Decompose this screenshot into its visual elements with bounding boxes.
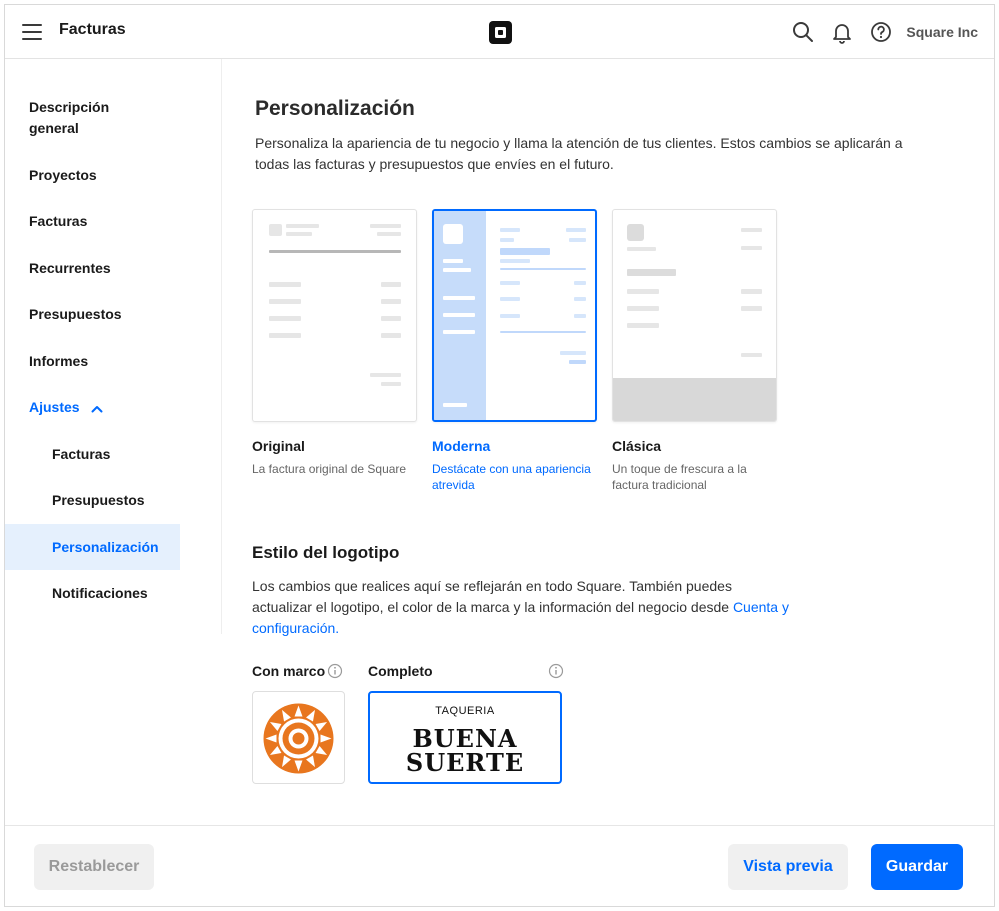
- sidebar-subitem-notifications[interactable]: Notificaciones: [5, 583, 180, 604]
- sidebar-item-estimates[interactable]: Presupuestos: [5, 304, 180, 325]
- sidebar-subitem-invoices[interactable]: Facturas: [5, 444, 180, 465]
- template-classic[interactable]: Clásica Un toque de frescura a la factur…: [612, 209, 777, 493]
- company-name[interactable]: Square Inc: [906, 24, 978, 40]
- info-icon[interactable]: [548, 663, 564, 679]
- sidebar-subitem-customization[interactable]: Personalización: [5, 524, 180, 570]
- logo-style-title: Estilo del logotipo: [252, 543, 400, 562]
- sidebar-item-recurring[interactable]: Recurrentes: [5, 258, 180, 279]
- template-modern-name: Moderna: [432, 438, 491, 454]
- logo-option-framed[interactable]: [252, 691, 345, 784]
- sidebar: Descripción general Proyectos Facturas R…: [5, 59, 222, 634]
- template-modern-thumbnail: [432, 209, 597, 422]
- page-title: Personalización: [255, 97, 415, 120]
- template-original-description: La factura original de Square: [252, 462, 407, 476]
- sun-logo-icon: [263, 703, 334, 774]
- preview-button[interactable]: Vista previa: [728, 844, 848, 890]
- sidebar-subitem-estimates[interactable]: Presupuestos: [5, 490, 180, 511]
- logo-option-full[interactable]: TAQUERIA BUENA SUERTE: [368, 691, 562, 784]
- bell-icon[interactable]: [830, 20, 854, 44]
- full-logo-text: BUENA SUERTE: [370, 727, 560, 775]
- top-bar: Facturas Square Inc: [5, 5, 994, 59]
- logo-style-description: Los cambios que realices aquí se refleja…: [252, 578, 733, 615]
- template-modern[interactable]: Moderna Destácate con una apariencia atr…: [432, 209, 597, 493]
- footer-bar: Restablecer Vista previa Guardar: [5, 825, 994, 906]
- template-modern-description: Destácate con una apariencia atrevida: [432, 462, 591, 492]
- logo-option-full-label: Completo: [368, 663, 433, 679]
- template-classic-description: Un toque de frescura a la factura tradic…: [612, 462, 747, 492]
- sidebar-item-invoices[interactable]: Facturas: [5, 211, 180, 232]
- info-icon[interactable]: [327, 663, 343, 679]
- chevron-up-icon: [91, 398, 103, 419]
- app-window: Facturas Square Inc Descripción general …: [4, 4, 995, 907]
- sidebar-item-reports[interactable]: Informes: [5, 351, 180, 372]
- menu-icon[interactable]: [22, 24, 42, 40]
- full-logo-line-2: SUERTE: [405, 748, 525, 777]
- square-logo-icon[interactable]: [489, 21, 512, 44]
- logo-option-framed-label: Con marco: [252, 663, 326, 679]
- sidebar-item-projects[interactable]: Proyectos: [5, 165, 180, 186]
- save-button[interactable]: Guardar: [871, 844, 963, 890]
- page-intro: Personaliza la apariencia de tu negocio …: [255, 135, 903, 172]
- template-original[interactable]: Original La factura original de Square: [252, 209, 417, 477]
- sidebar-item-settings-label: Ajustes: [29, 399, 80, 415]
- sidebar-item-settings[interactable]: Ajustes: [5, 397, 180, 419]
- logo-style-text: Los cambios que realices aquí se refleja…: [252, 576, 792, 639]
- template-original-name: Original: [252, 438, 305, 454]
- template-classic-thumbnail: [612, 209, 777, 422]
- search-icon[interactable]: [791, 20, 815, 44]
- help-icon[interactable]: [869, 20, 893, 44]
- sidebar-item-overview[interactable]: Descripción general: [5, 97, 115, 139]
- full-logo-small-text: TAQUERIA: [435, 705, 495, 717]
- reset-button[interactable]: Restablecer: [34, 844, 154, 890]
- app-title: Facturas: [59, 21, 126, 38]
- template-classic-name: Clásica: [612, 438, 662, 454]
- template-original-thumbnail: [252, 209, 417, 422]
